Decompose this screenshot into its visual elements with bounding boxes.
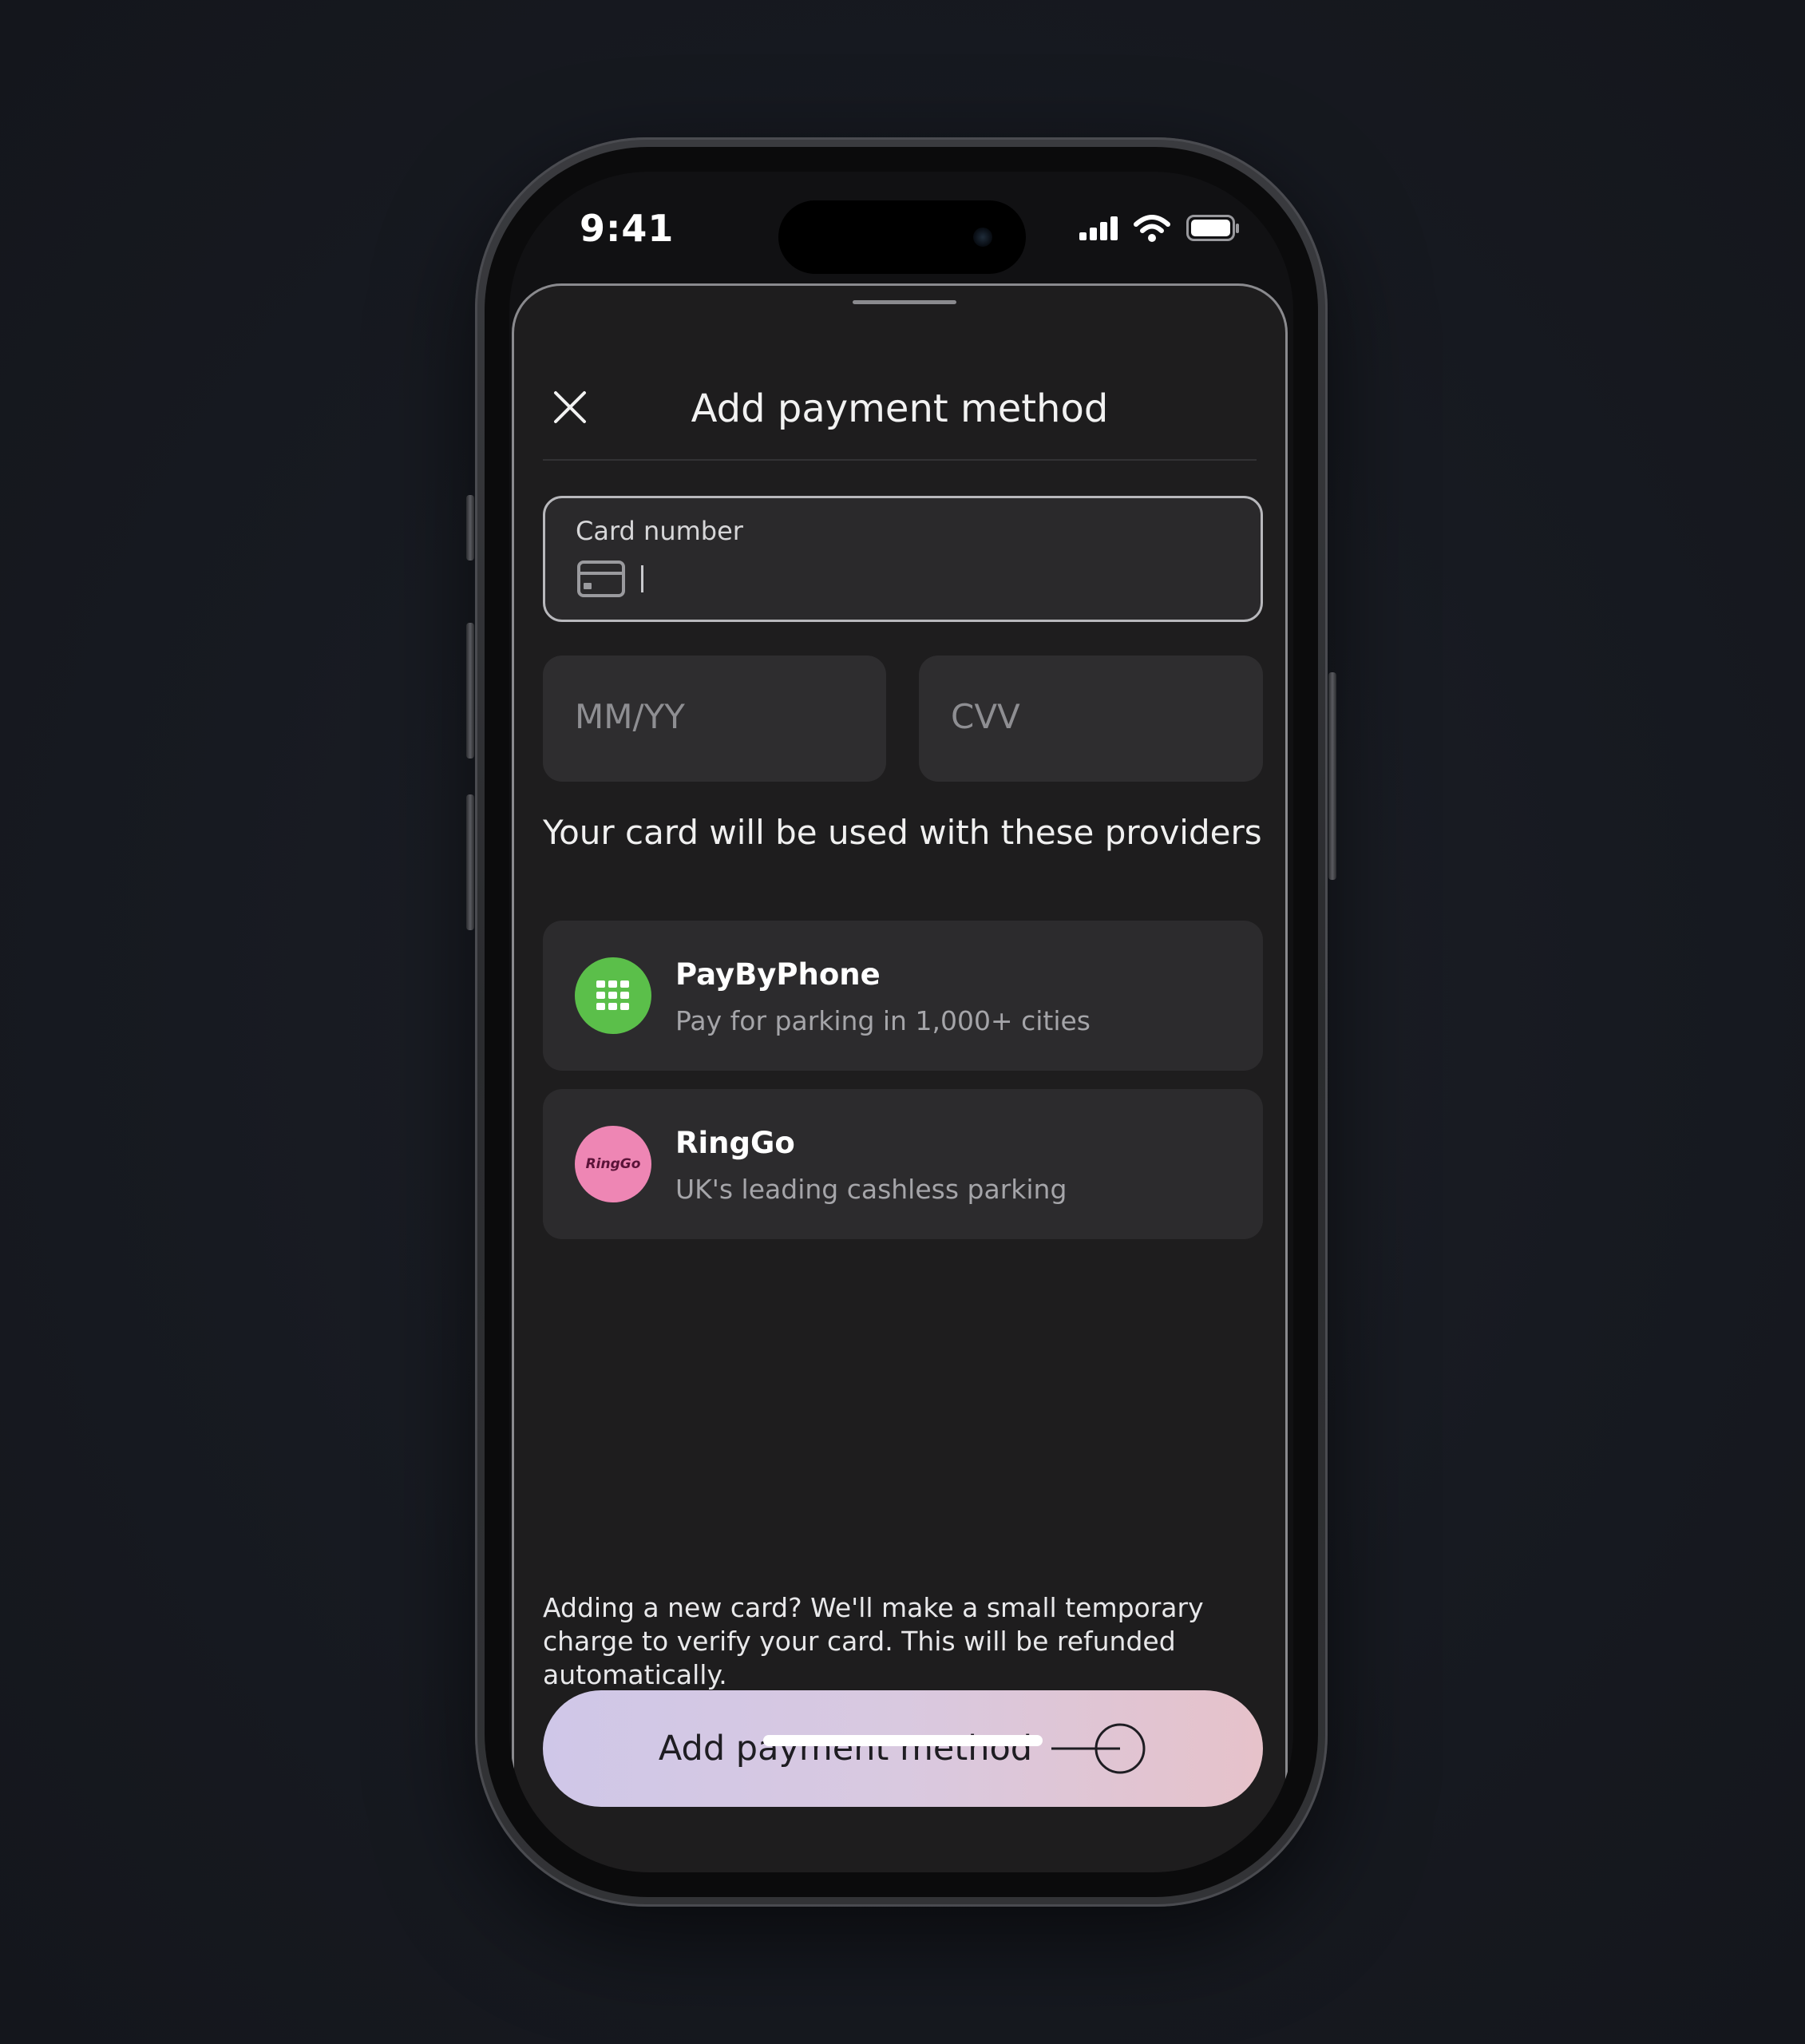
provider-description: UK's leading cashless parking	[675, 1174, 1067, 1205]
phone-screen: 9:41 Add payment method Card number MM/Y…	[509, 172, 1293, 1872]
side-button-volume-down	[466, 794, 474, 930]
sheet-title: Add payment method	[691, 386, 1109, 431]
expiry-field[interactable]: MM/YY	[543, 656, 886, 782]
status-time: 9:41	[580, 207, 675, 250]
expiry-placeholder: MM/YY	[575, 697, 685, 736]
side-button-action	[466, 495, 474, 561]
add-payment-method-button[interactable]: Add payment method	[543, 1690, 1263, 1807]
credit-card-icon	[577, 561, 625, 597]
provider-card-paybyphone: PayByPhone Pay for parking in 1,000+ cit…	[543, 921, 1263, 1071]
status-icons	[1079, 213, 1239, 245]
provider-description: Pay for parking in 1,000+ cities	[675, 1005, 1091, 1036]
ringgo-logo: RingGo	[575, 1126, 651, 1202]
providers-heading: Your card will be used with these provid…	[543, 813, 1262, 852]
arrow-circle-icon	[1051, 1723, 1146, 1774]
cvv-placeholder: CVV	[951, 697, 1020, 736]
card-number-label: Card number	[576, 516, 743, 546]
provider-name: RingGo	[675, 1126, 795, 1160]
dynamic-island	[778, 200, 1026, 274]
provider-card-ringgo: RingGo RingGo UK's leading cashless park…	[543, 1089, 1263, 1239]
cvv-field[interactable]: CVV	[919, 656, 1263, 782]
provider-name: PayByPhone	[675, 957, 881, 992]
header-divider	[543, 459, 1257, 461]
home-indicator[interactable]	[763, 1735, 1043, 1746]
keypad-grid-icon	[596, 980, 629, 1010]
battery-icon	[1186, 215, 1239, 241]
bottom-sheet: Add payment method Card number MM/YY CVV…	[512, 283, 1288, 1872]
signal-bars-icon	[1079, 216, 1118, 240]
verification-notice: Adding a new card? We'll make a small te…	[543, 1592, 1204, 1690]
text-cursor	[641, 565, 643, 592]
side-button-power	[1328, 672, 1336, 880]
card-number-field[interactable]: Card number	[543, 496, 1263, 622]
front-camera	[973, 228, 992, 247]
ringgo-logo-text: RingGo	[585, 1156, 641, 1172]
paybyphone-logo	[575, 957, 651, 1034]
wifi-icon	[1134, 215, 1170, 242]
sheet-grabber[interactable]	[853, 300, 956, 304]
side-button-volume-up	[466, 623, 474, 759]
